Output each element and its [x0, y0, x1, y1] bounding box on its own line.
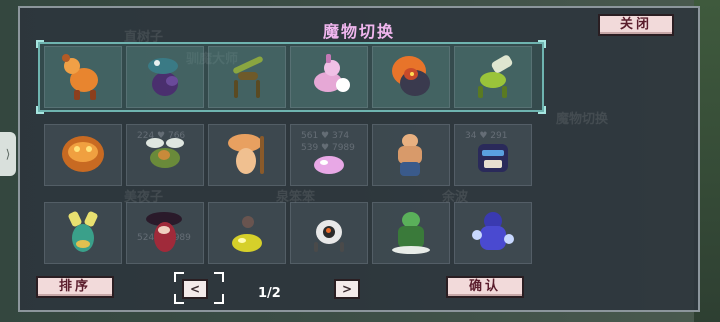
bench-slot-8[interactable]: 524 ♥ 7989	[126, 202, 204, 264]
confirm-button[interactable]: 确认	[446, 276, 524, 298]
purple-serpent-icon	[142, 54, 188, 100]
side-drawer-tab[interactable]: ⟩	[0, 132, 16, 176]
eyeball-spider-icon	[306, 210, 352, 256]
bench-slot-12[interactable]	[454, 202, 532, 264]
leaf-duck-icon	[60, 210, 106, 256]
monster-switch-dialog: 魔物切换 关闭 直树子 驯魔大师 魔物切换 美夜子 泉笨笨 余波 224 ♥ 7…	[18, 6, 700, 312]
mushroom-caveman-icon	[224, 132, 270, 178]
cat-brawler-icon	[388, 132, 434, 178]
stick-mantis-icon	[224, 54, 270, 100]
team-slot-2[interactable]	[126, 46, 204, 108]
bench-slot-9[interactable]	[208, 202, 286, 264]
green-goblin-icon	[388, 210, 434, 256]
bench-slot-1[interactable]	[44, 124, 122, 186]
prev-page-button[interactable]: <	[182, 279, 208, 299]
ghost-name: 魔物切换	[556, 112, 609, 127]
treasure-chest-mimic-icon	[470, 132, 516, 178]
bench-slot-10[interactable]	[290, 202, 368, 264]
pink-slime-icon	[306, 132, 352, 178]
team-slot-6[interactable]	[454, 46, 532, 108]
team-slot-3[interactable]	[208, 46, 286, 108]
bench-slot-4[interactable]: 561 ♥ 374 539 ♥ 7989	[290, 124, 368, 186]
bench-slot-2[interactable]: 224 ♥ 766	[126, 124, 204, 186]
team-slot-5[interactable]	[372, 46, 450, 108]
selection-bracket	[214, 272, 224, 282]
magma-golem-icon	[60, 132, 106, 178]
bench-slot-3[interactable]	[208, 124, 286, 186]
yellow-slime-icon	[224, 210, 270, 256]
bench-slot-11[interactable]	[372, 202, 450, 264]
selection-bracket	[214, 294, 224, 304]
team-slot-1[interactable]	[44, 46, 122, 108]
team-slot-4[interactable]	[290, 46, 368, 108]
orange-goat-icon	[60, 54, 106, 100]
fire-maned-beast-icon	[388, 54, 434, 100]
page-indicator: 1/2	[258, 286, 281, 301]
bench-slot-5[interactable]	[372, 124, 450, 186]
dialog-title: 魔物切换	[322, 22, 395, 41]
green-cannon-bug-icon	[470, 53, 516, 100]
bench-slot-7[interactable]	[44, 202, 122, 264]
bench-slot-6[interactable]: 34 ♥ 291	[454, 124, 532, 186]
next-page-button[interactable]: >	[334, 279, 360, 299]
close-button[interactable]: 关闭	[598, 14, 674, 36]
blue-spirit-icon	[470, 210, 516, 256]
pink-fox-icon	[306, 54, 352, 100]
red-witch-icon	[142, 210, 188, 256]
winged-turtle-icon	[142, 132, 188, 178]
sort-button[interactable]: 排序	[36, 276, 114, 298]
